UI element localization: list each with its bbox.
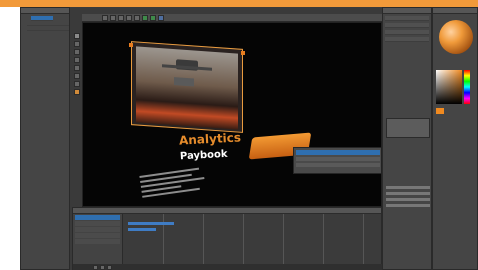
material-titlebar [433, 8, 477, 14]
keyframe-bar[interactable] [128, 222, 174, 225]
screen-frame[interactable] [131, 41, 243, 133]
undo-icon[interactable] [126, 14, 132, 21]
brush-icon[interactable] [74, 73, 80, 79]
application-window: Analytics Paybook [20, 7, 478, 270]
forward-icon[interactable] [107, 264, 112, 270]
properties-titlebar [383, 8, 431, 14]
headline-3d-text[interactable]: Analytics [179, 130, 242, 147]
window-accent-strip [0, 0, 478, 7]
redo-icon[interactable] [134, 14, 140, 21]
timeline-panel [72, 207, 383, 270]
move-icon[interactable] [74, 33, 80, 39]
slider[interactable] [386, 186, 430, 189]
play-icon[interactable] [150, 14, 156, 21]
scale-icon[interactable] [74, 49, 80, 55]
body-copy-lines [139, 163, 213, 206]
eye-icon[interactable] [74, 81, 80, 87]
track-row[interactable] [75, 233, 120, 238]
3d-viewport[interactable]: Analytics Paybook [82, 22, 382, 207]
material-panel [432, 7, 478, 270]
hue-slider[interactable] [464, 70, 470, 104]
property-row[interactable] [385, 16, 429, 21]
render-icon[interactable] [142, 14, 148, 21]
context-menu-item[interactable] [296, 163, 380, 167]
slider[interactable] [386, 198, 430, 201]
play-icon[interactable] [100, 264, 105, 270]
camera-icon[interactable] [74, 57, 80, 63]
open-icon[interactable] [110, 14, 116, 21]
property-sliders [386, 183, 430, 213]
slider[interactable] [386, 192, 430, 195]
track-row[interactable] [75, 227, 120, 232]
color-picker[interactable] [436, 70, 462, 104]
drone-camera [174, 77, 194, 87]
outliner-titlebar [21, 8, 69, 14]
properties-panel [382, 7, 432, 270]
material-preview-sphere[interactable] [439, 20, 473, 54]
color-swatch[interactable] [436, 108, 444, 114]
property-row[interactable] [385, 37, 429, 42]
keyframe-bar[interactable] [128, 228, 156, 231]
slider[interactable] [386, 204, 430, 207]
light-icon[interactable] [74, 65, 80, 71]
context-menu-item[interactable] [296, 150, 380, 155]
rotate-icon[interactable] [74, 41, 80, 47]
lock-icon[interactable] [74, 89, 80, 95]
tool-column [72, 31, 82, 131]
new-icon[interactable] [102, 14, 108, 21]
transform-handle[interactable] [241, 51, 245, 55]
save-icon[interactable] [118, 14, 124, 21]
context-menu-item[interactable] [296, 157, 380, 161]
property-row[interactable] [385, 23, 429, 28]
context-menu [293, 147, 381, 174]
property-row[interactable] [385, 30, 429, 35]
playback-controls [73, 264, 383, 270]
rewind-icon[interactable] [93, 264, 98, 270]
track-row-selected[interactable] [75, 215, 120, 220]
viewport-toolbar [82, 14, 382, 22]
outliner-item[interactable] [27, 26, 69, 31]
transform-handle[interactable] [129, 43, 133, 47]
track-row[interactable] [75, 239, 120, 244]
grid-icon[interactable] [158, 14, 164, 21]
track-list [73, 214, 123, 264]
embedded-video-frame [136, 46, 238, 130]
property-button-grid[interactable] [386, 118, 430, 138]
timeline-keyframe-area[interactable] [123, 214, 381, 264]
scene-outliner-panel [20, 7, 70, 270]
subhead-3d-text[interactable]: Paybook [180, 149, 228, 162]
track-row[interactable] [75, 221, 120, 226]
